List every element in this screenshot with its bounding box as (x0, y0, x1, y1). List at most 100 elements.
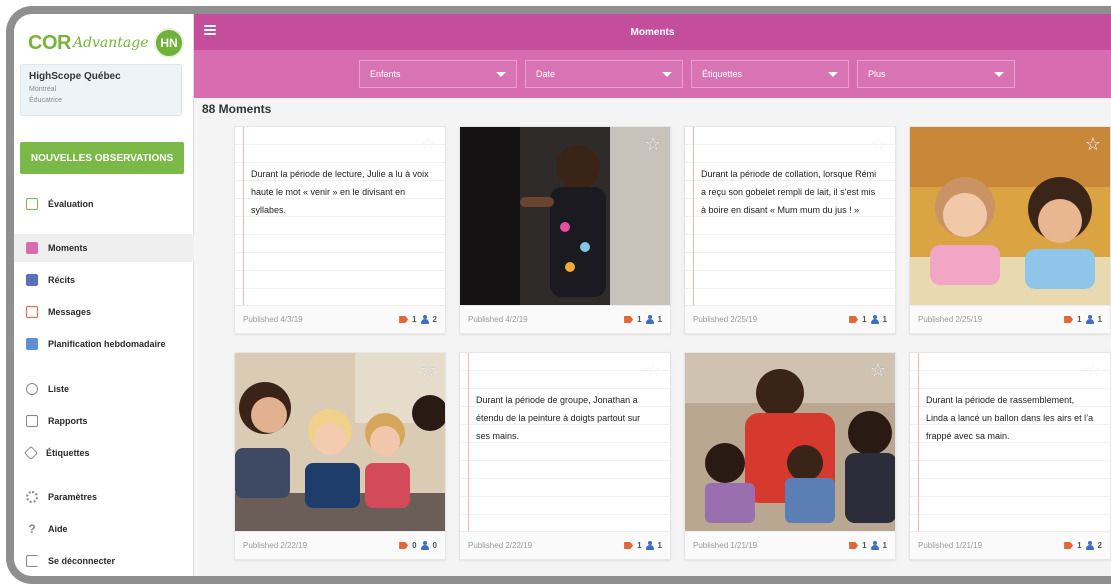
tag-count: 1 (1077, 541, 1082, 550)
photo-icon (26, 242, 38, 254)
filter-label: Plus (868, 69, 886, 79)
top-bar: Moments (194, 14, 1111, 50)
card-footer: Published 4/3/19 1 2 (235, 305, 445, 333)
published-date: Published 2/25/19 (918, 315, 983, 324)
card-footer: Published 4/2/19 1 1 (460, 305, 670, 333)
child-count: 1 (882, 315, 887, 324)
tag-count: 1 (862, 541, 867, 550)
filter-enfants[interactable]: Enfants (359, 60, 517, 88)
caret-down-icon (828, 72, 838, 77)
chart-icon (26, 415, 38, 427)
star-icon[interactable]: ☆ (869, 361, 887, 379)
star-icon[interactable]: ☆ (869, 135, 887, 153)
published-date: Published 1/21/19 (918, 541, 983, 550)
child-count: 0 (432, 541, 437, 550)
stories-icon (26, 274, 38, 286)
tag-count: 0 (412, 541, 417, 550)
tag-icon (23, 445, 39, 461)
star-icon[interactable]: ☆ (644, 135, 662, 153)
card-footer: Published 1/21/19 1 1 (685, 531, 895, 559)
tag-count: 1 (1077, 315, 1082, 324)
published-date: Published 4/2/19 (468, 315, 528, 324)
tag-icon (849, 316, 859, 323)
moment-card[interactable]: ☆ Durant la période de lecture, Julie a … (234, 126, 446, 334)
filter-plus[interactable]: Plus (857, 60, 1015, 88)
app-screen: COR Advantage HN HighScope Québec Montré… (14, 14, 1111, 576)
moment-card[interactable]: ☆ Durant la période de rassemblement, Li… (909, 352, 1111, 560)
child-count: 1 (1097, 315, 1102, 324)
sidebar-item-label: Moments (48, 243, 88, 253)
device-frame: COR Advantage HN HighScope Québec Montré… (6, 6, 1111, 584)
org-role: Éducatrice (29, 97, 63, 104)
published-date: Published 2/25/19 (693, 315, 758, 324)
brand-cor: COR (28, 31, 71, 54)
org-city: Montréal (29, 86, 57, 93)
help-icon: ? (28, 522, 36, 536)
star-icon[interactable]: ☆ (644, 361, 662, 379)
sidebar-item-liste[interactable]: Liste (14, 375, 194, 403)
sidebar-item-parametres[interactable]: Paramètres (14, 483, 194, 511)
moment-card[interactable]: ☆ Durant la période de groupe, Jonathan … (459, 352, 671, 560)
tag-icon (624, 542, 634, 549)
teacher-with-children-photo (235, 353, 445, 533)
sidebar-item-rapports[interactable]: Rapports (14, 407, 194, 435)
sidebar-item-label: Évaluation (48, 199, 94, 209)
star-icon[interactable]: ☆ (419, 361, 437, 379)
child-icon (870, 541, 879, 550)
star-icon[interactable]: ☆ (1084, 361, 1102, 379)
page-title: Moments (630, 26, 675, 38)
child-count: 1 (882, 541, 887, 550)
child-icon (420, 315, 429, 324)
tag-icon (399, 316, 409, 323)
moment-card[interactable]: ☆ Published 4/2/19 1 1 (459, 126, 671, 334)
published-date: Published 1/21/19 (693, 541, 758, 550)
tag-icon (624, 316, 634, 323)
logout-icon (26, 555, 38, 567)
moment-card[interactable]: ☆ Published 2/22/19 0 0 (234, 352, 446, 560)
sidebar-item-label: Messages (48, 307, 92, 317)
org-card[interactable]: HighScope Québec Montréal Éducatrice (20, 64, 182, 116)
sidebar-item-label: Se déconnecter (48, 556, 116, 566)
published-date: Published 2/22/19 (468, 541, 533, 550)
org-name: HighScope Québec (29, 71, 121, 82)
sidebar-item-etiquettes[interactable]: Étiquettes (14, 439, 194, 467)
moment-card[interactable]: ☆ Published 1/21/19 1 1 (684, 352, 896, 560)
star-icon[interactable]: ☆ (1084, 135, 1102, 153)
gear-icon (26, 491, 38, 503)
sidebar-item-recits[interactable]: Récits (14, 266, 194, 294)
user-avatar[interactable]: HN (154, 28, 184, 58)
tag-icon (399, 542, 409, 549)
filter-etiquettes[interactable]: Étiquettes (691, 60, 849, 88)
filter-label: Enfants (370, 69, 401, 79)
brand-advantage: Advantage (72, 35, 149, 51)
sidebar-item-label: Étiquettes (46, 448, 90, 458)
card-footer: Published 1/21/19 1 2 (910, 531, 1110, 559)
moment-card[interactable]: ☆ Published 2/25/19 1 1 (909, 126, 1111, 334)
child-dancing-photo (460, 127, 670, 307)
clipboard-icon (26, 198, 38, 210)
card-footer: Published 2/25/19 1 1 (685, 305, 895, 333)
sidebar-item-moments[interactable]: Moments (14, 234, 194, 262)
sidebar-item-messages[interactable]: Messages (14, 298, 194, 326)
moment-card[interactable]: ☆ Durant la période de collation, lorsqu… (684, 126, 896, 334)
new-observations-button[interactable]: NOUVELLES OBSERVATIONS (20, 142, 184, 174)
filter-date[interactable]: Date (525, 60, 683, 88)
child-count: 1 (657, 541, 662, 550)
moment-note: Durant la période de collation, lorsque … (701, 169, 877, 215)
brand-logo: COR Advantage (28, 28, 149, 58)
reading-together-photo (685, 353, 895, 533)
sidebar-item-deconnecter[interactable]: Se déconnecter (14, 547, 194, 575)
sidebar-item-planification[interactable]: Planification hebdomadaire (14, 330, 194, 358)
star-icon[interactable]: ☆ (419, 135, 437, 153)
child-icon (1085, 315, 1094, 324)
calendar-icon (26, 338, 38, 350)
child-icon (645, 541, 654, 550)
moment-note: Durant la période de rassemblement, Lind… (926, 395, 1094, 441)
caret-down-icon (662, 72, 672, 77)
tag-count: 1 (412, 315, 417, 324)
sidebar-item-evaluation[interactable]: Évaluation (14, 190, 194, 218)
sidebar-item-label: Planification hebdomadaire (48, 339, 166, 349)
people-icon (26, 383, 38, 395)
sidebar-item-aide[interactable]: ? Aide (14, 515, 194, 543)
child-icon (420, 541, 429, 550)
